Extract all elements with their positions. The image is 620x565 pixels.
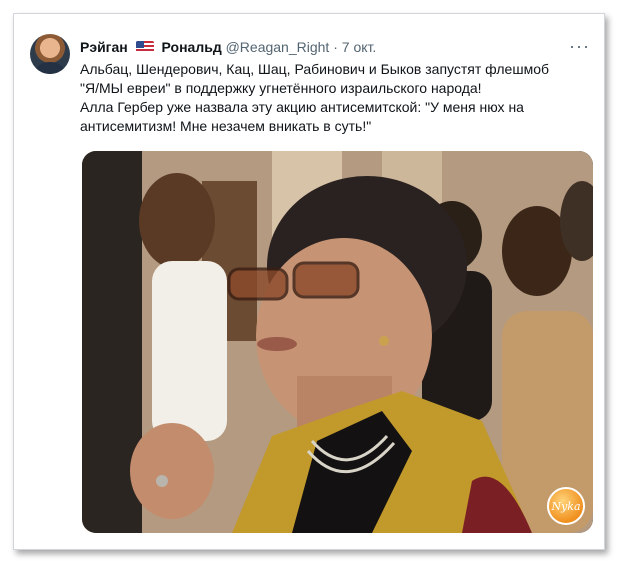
photo-woman-mouth — [257, 337, 297, 351]
photo-glasses-lens — [227, 267, 289, 301]
tweet-line: антисемитизм! Мне незачем вникать в суть… — [80, 118, 372, 134]
tweet-text: Альбац, Шендерович, Кац, Шац, Рабинович … — [80, 60, 580, 136]
photo-earring — [379, 336, 389, 346]
tweet-card[interactable]: Рэйган Рональд @Reagan_Right · 7 окт. ··… — [13, 13, 605, 550]
photo-person-shirt — [152, 261, 227, 441]
tweet-date[interactable]: 7 окт. — [342, 39, 377, 55]
tweet-line: "Я/МЫ евреи" в поддержку угнетённого изр… — [80, 80, 482, 96]
photo-ring — [156, 475, 168, 487]
us-flag-icon — [135, 41, 154, 53]
photo-glasses-lens — [292, 261, 360, 299]
avatar-shoulders — [36, 62, 64, 74]
tweet-photo[interactable]: Nyka — [82, 151, 593, 533]
photo-illustration — [82, 151, 593, 533]
author-handle[interactable]: @Reagan_Right — [226, 39, 330, 55]
watermark-logo: Nyka — [547, 487, 585, 525]
author-avatar[interactable] — [30, 34, 70, 74]
tweet-header: Рэйган Рональд @Reagan_Right · 7 окт. — [80, 39, 592, 59]
more-options-icon[interactable]: ··· — [569, 36, 590, 57]
author-name[interactable]: Рэйган Рональд — [80, 39, 226, 55]
separator-dot: · — [333, 39, 338, 55]
author-name-last: Рональд — [161, 39, 222, 55]
photo-person-hair — [139, 173, 215, 269]
author-name-first: Рэйган — [80, 39, 128, 55]
tweet-line: Альбац, Шендерович, Кац, Шац, Рабинович … — [80, 61, 550, 77]
photo-woman-hand — [130, 423, 214, 519]
tweet-line: Алла Гербер уже назвала эту акцию антисе… — [80, 99, 524, 115]
